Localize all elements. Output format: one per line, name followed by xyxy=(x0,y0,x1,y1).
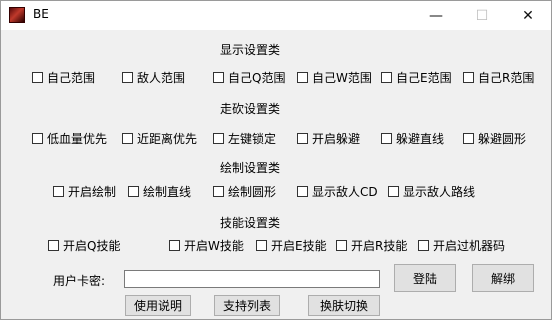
checkbox-box[interactable] xyxy=(297,72,308,83)
checkbox-box[interactable] xyxy=(122,133,133,144)
checkbox-label: 开启过机器码 xyxy=(433,239,506,253)
checkbox-self-e-range[interactable]: 自己E范围 xyxy=(381,69,452,86)
checkbox-label: 自己E范围 xyxy=(396,71,452,85)
checkbox-box[interactable] xyxy=(213,72,224,83)
checkbox-enable-draw[interactable]: 开启绘制 xyxy=(53,183,116,200)
checkbox-low-hp-priority[interactable]: 低血量优先 xyxy=(32,130,107,147)
checkbox-enemy-range[interactable]: 敌人范围 xyxy=(122,69,185,86)
checkbox-box[interactable] xyxy=(213,186,224,197)
checkbox-label: 显示敌人路线 xyxy=(403,185,476,199)
checkbox-enable-r-skill[interactable]: 开启R技能 xyxy=(336,237,407,254)
section-title-skill: 技能设置类 xyxy=(220,216,281,230)
checkbox-self-range[interactable]: 自己范围 xyxy=(32,69,95,86)
checkbox-show-enemy-cd[interactable]: 显示敌人CD xyxy=(297,183,378,200)
support-list-button[interactable]: 支持列表 xyxy=(214,295,280,316)
checkbox-label: 低血量优先 xyxy=(47,132,108,146)
checkbox-box[interactable] xyxy=(463,133,474,144)
checkbox-label: 自己Q范围 xyxy=(228,71,286,85)
checkbox-enable-dodge[interactable]: 开启躲避 xyxy=(297,130,360,147)
checkbox-self-r-range[interactable]: 自己R范围 xyxy=(463,69,534,86)
checkbox-label: 开启R技能 xyxy=(351,239,408,253)
checkbox-box[interactable] xyxy=(128,186,139,197)
checkbox-label: 开启绘制 xyxy=(68,185,117,199)
checkbox-label: 绘制圆形 xyxy=(228,185,277,199)
checkbox-box[interactable] xyxy=(381,72,392,83)
checkbox-box[interactable] xyxy=(463,72,474,83)
app-window: BE — ☐ ✕ 显示设置类 自己范围 敌人范围 自己Q范围 自己W范围 自己E… xyxy=(0,0,552,320)
checkbox-label: 开启W技能 xyxy=(184,239,244,253)
section-title-display: 显示设置类 xyxy=(220,43,281,57)
checkbox-label: 绘制直线 xyxy=(143,185,192,199)
minimize-button[interactable]: — xyxy=(413,1,459,30)
checkbox-enable-w-skill[interactable]: 开启W技能 xyxy=(169,237,244,254)
checkbox-draw-line[interactable]: 绘制直线 xyxy=(128,183,191,200)
checkbox-enable-e-skill[interactable]: 开启E技能 xyxy=(256,237,327,254)
checkbox-enable-machine-code-bypass[interactable]: 开启过机器码 xyxy=(418,237,505,254)
checkbox-box[interactable] xyxy=(381,133,392,144)
license-key-label: 用户卡密: xyxy=(53,274,106,288)
app-logo-icon xyxy=(9,7,25,23)
checkbox-label: 近距离优先 xyxy=(137,132,198,146)
license-key-input[interactable] xyxy=(124,270,380,288)
checkbox-label: 躲避圆形 xyxy=(478,132,527,146)
checkbox-label: 显示敌人CD xyxy=(312,185,378,199)
checkbox-box[interactable] xyxy=(256,240,267,251)
section-title-draw: 绘制设置类 xyxy=(220,161,281,175)
checkbox-box[interactable] xyxy=(213,133,224,144)
checkbox-label: 自己W范围 xyxy=(312,71,372,85)
checkbox-box[interactable] xyxy=(169,240,180,251)
checkbox-dodge-line[interactable]: 躲避直线 xyxy=(381,130,444,147)
checkbox-label: 敌人范围 xyxy=(137,71,186,85)
close-button[interactable]: ✕ xyxy=(505,1,551,30)
checkbox-dodge-circle[interactable]: 躲避圆形 xyxy=(463,130,526,147)
checkbox-show-enemy-route[interactable]: 显示敌人路线 xyxy=(388,183,475,200)
checkbox-label: 开启Q技能 xyxy=(63,239,121,253)
title-bar: BE — ☐ ✕ xyxy=(1,1,551,30)
checkbox-label: 自己范围 xyxy=(47,71,96,85)
login-button[interactable]: 登陆 xyxy=(394,264,456,292)
checkbox-box[interactable] xyxy=(336,240,347,251)
checkbox-label: 左键锁定 xyxy=(228,132,277,146)
checkbox-draw-circle[interactable]: 绘制圆形 xyxy=(213,183,276,200)
checkbox-label: 开启E技能 xyxy=(271,239,327,253)
checkbox-box[interactable] xyxy=(388,186,399,197)
checkbox-self-q-range[interactable]: 自己Q范围 xyxy=(213,69,285,86)
checkbox-enable-q-skill[interactable]: 开启Q技能 xyxy=(48,237,120,254)
checkbox-box[interactable] xyxy=(418,240,429,251)
checkbox-near-distance-priority[interactable]: 近距离优先 xyxy=(122,130,197,147)
maximize-button: ☐ xyxy=(475,7,489,24)
checkbox-box[interactable] xyxy=(32,72,43,83)
checkbox-box[interactable] xyxy=(297,133,308,144)
checkbox-label: 开启躲避 xyxy=(312,132,361,146)
window-title: BE xyxy=(33,7,49,21)
help-button[interactable]: 使用说明 xyxy=(125,295,191,316)
unbind-button[interactable]: 解绑 xyxy=(472,264,534,292)
checkbox-label: 自己R范围 xyxy=(478,71,535,85)
checkbox-box[interactable] xyxy=(53,186,64,197)
checkbox-left-click-lock[interactable]: 左键锁定 xyxy=(213,130,276,147)
checkbox-box[interactable] xyxy=(122,72,133,83)
checkbox-box[interactable] xyxy=(32,133,43,144)
checkbox-self-w-range[interactable]: 自己W范围 xyxy=(297,69,372,86)
section-title-walk: 走砍设置类 xyxy=(220,102,281,116)
checkbox-box[interactable] xyxy=(297,186,308,197)
skin-switch-button[interactable]: 换肤切换 xyxy=(308,295,380,316)
checkbox-box[interactable] xyxy=(48,240,59,251)
checkbox-label: 躲避直线 xyxy=(396,132,445,146)
